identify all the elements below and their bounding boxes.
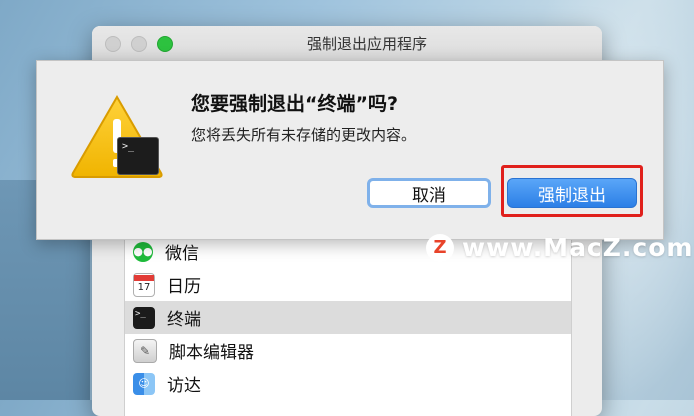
- wechat-icon: ●●: [133, 241, 153, 262]
- watermark-logo-icon: Z: [426, 233, 454, 262]
- minimize-button[interactable]: [131, 36, 147, 52]
- window-titlebar[interactable]: 强制退出应用程序: [92, 26, 602, 61]
- alert-message: 您将丢失所有未存储的更改内容。: [191, 126, 417, 144]
- app-label: 日历: [167, 277, 201, 297]
- calendar-icon: 17: [133, 272, 155, 297]
- terminal-badge-icon: >_: [117, 137, 159, 175]
- cancel-button[interactable]: 取消: [367, 178, 491, 208]
- watermark-text: www.MacZ.com: [462, 233, 694, 262]
- app-label: 脚本编辑器: [169, 343, 254, 363]
- app-label: 访达: [167, 376, 201, 396]
- highlight-annotation: [501, 165, 643, 217]
- force-quit-alert-sheet: >_ 您要强制退出“终端”吗? 您将丢失所有未存储的更改内容。 取消 强制退出: [36, 60, 664, 240]
- terminal-icon: >_: [133, 306, 155, 329]
- zoom-button[interactable]: [157, 36, 173, 52]
- list-item-script-editor[interactable]: ✎ 脚本编辑器: [125, 334, 571, 367]
- watermark: Z www.MacZ.com: [426, 233, 693, 262]
- script-editor-icon: ✎: [133, 338, 157, 363]
- alert-heading: 您要强制退出“终端”吗?: [191, 93, 398, 115]
- close-button[interactable]: [105, 36, 121, 52]
- list-item-terminal[interactable]: >_ 终端: [125, 301, 571, 334]
- finder-icon: ☺: [133, 372, 155, 395]
- app-label: 微信: [165, 244, 199, 264]
- list-item-finder[interactable]: ☺ 访达: [125, 367, 571, 400]
- calendar-day: 17: [137, 281, 151, 293]
- app-label: 终端: [167, 310, 201, 330]
- list-item-calendar[interactable]: 17 日历: [125, 268, 571, 301]
